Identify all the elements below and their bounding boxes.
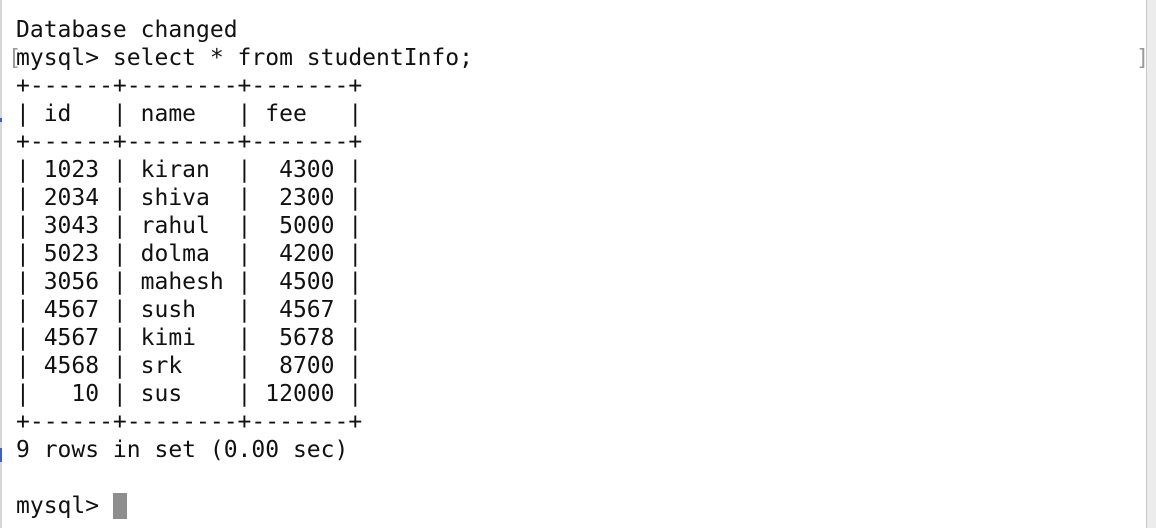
result-summary: 9 rows in set (0.00 sec)	[16, 437, 349, 463]
table-header: | id | name | fee |	[16, 101, 363, 127]
table-row: | 10 | sus | 12000 |	[16, 381, 363, 407]
edge-marker	[0, 448, 2, 462]
edge-marker	[0, 118, 2, 122]
terminal-line: Database changed	[16, 17, 238, 43]
table-row: | 1023 | kiran | 4300 |	[16, 157, 363, 183]
window-right-edge	[1146, 0, 1156, 528]
table-border: +------+--------+-------+	[16, 409, 363, 435]
terminal-window[interactable]: [ ] Database changedmysql> select * from…	[0, 0, 1146, 528]
table-row: | 4567 | kimi | 5678 |	[16, 325, 363, 351]
prompt-line[interactable]: mysql>	[16, 492, 473, 520]
table-border: +------+--------+-------+	[16, 129, 363, 155]
table-row: | 3043 | rahul | 5000 |	[16, 213, 363, 239]
table-row: | 2034 | shiva | 2300 |	[16, 185, 363, 211]
table-row: | 3056 | mahesh | 4500 |	[16, 269, 363, 295]
prompt-text: mysql>	[16, 493, 113, 519]
command-line: mysql> select * from studentInfo;	[16, 45, 473, 71]
mark-bracket-right: ]	[1136, 46, 1146, 71]
text-cursor	[112, 493, 127, 519]
table-row: | 4567 | sush | 4567 |	[16, 297, 363, 323]
table-border: +------+--------+-------+	[16, 73, 363, 99]
window-left-edge	[0, 0, 2, 528]
table-row: | 5023 | dolma | 4200 |	[16, 241, 363, 267]
terminal-output[interactable]: Database changed mysql> select * from stu…	[16, 16, 473, 520]
table-row: | 4568 | srk | 8700 |	[16, 353, 363, 379]
